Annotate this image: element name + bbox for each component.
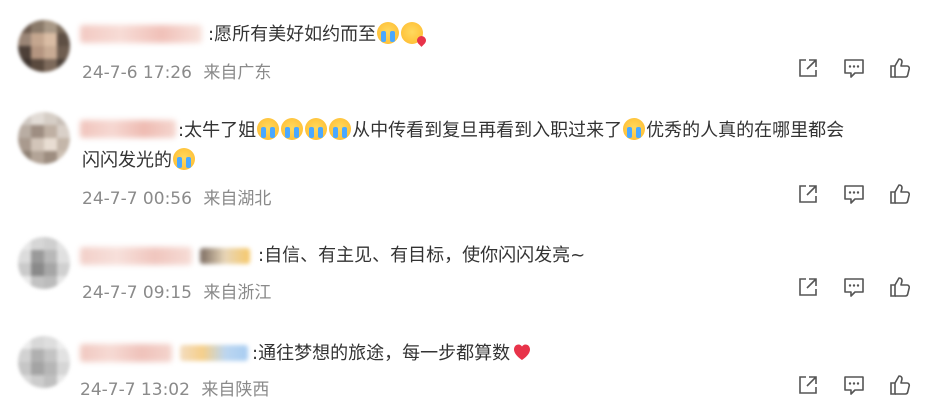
comment-time: 24-7-6 17:26 <box>82 63 192 83</box>
cry-emoji-icon <box>281 118 304 140</box>
cry-emoji-icon <box>305 118 328 140</box>
comment-time: 24-7-7 09:15 <box>82 283 192 303</box>
cry-emoji-icon <box>329 118 352 140</box>
heart-emoji-icon <box>511 341 533 363</box>
comment-actions <box>797 57 911 79</box>
cry-emoji-icon <box>377 22 400 44</box>
share-icon[interactable] <box>797 57 819 79</box>
avatar[interactable] <box>18 112 70 164</box>
comment-item: :愿所有美好如约而至 24-7-6 17:26 来自广东 <box>0 0 925 100</box>
like-icon[interactable] <box>889 374 911 396</box>
comment-text-continued: 闪闪发光的 <box>82 144 196 177</box>
comment-text: :自信、有主见、有目标，使你闪闪发亮~ <box>258 245 586 266</box>
username[interactable] <box>80 245 250 267</box>
cry-emoji-icon <box>257 118 280 140</box>
share-icon[interactable] <box>797 276 819 298</box>
comment-item: :自信、有主见、有目标，使你闪闪发亮~ 24-7-7 09:15 来自浙江 <box>0 220 925 320</box>
username[interactable] <box>80 23 202 45</box>
comment-actions <box>797 276 911 298</box>
comment-actions <box>797 183 911 205</box>
cry-emoji-icon <box>173 148 195 170</box>
username[interactable] <box>80 342 248 364</box>
avatar[interactable] <box>18 336 70 388</box>
comment-location: 来自广东 <box>203 63 272 83</box>
comment-text: :愿所有美好如约而至 <box>208 18 424 51</box>
comment-time: 24-7-7 00:56 <box>82 189 192 209</box>
comment-icon[interactable] <box>843 183 865 205</box>
like-icon[interactable] <box>889 57 911 79</box>
avatar[interactable] <box>18 20 70 72</box>
comment-item: :通往梦想的旅途，每一步都算数 24-7-7 13:02 来自陕西 <box>0 320 925 414</box>
kiss-emoji-icon <box>401 22 424 44</box>
comment-meta: 24-7-7 00:56 来自湖北 <box>82 184 271 209</box>
comment-text: :太牛了姐 从中传看到复旦再看到入职过来了 优秀的人真的在哪里都会 <box>178 118 845 141</box>
username[interactable] <box>80 118 176 140</box>
comment-item: :太牛了姐 从中传看到复旦再看到入职过来了 优秀的人真的在哪里都会 闪闪发光的 24… <box>0 100 925 220</box>
comment-text: :通往梦想的旅途，每一步都算数 <box>252 337 534 370</box>
comment-time: 24-7-7 13:02 <box>80 380 190 400</box>
comment-meta: 24-7-6 17:26 来自广东 <box>82 58 271 83</box>
comment-icon[interactable] <box>843 374 865 396</box>
share-icon[interactable] <box>797 374 819 396</box>
comment-meta: 24-7-7 09:15 来自浙江 <box>82 278 271 303</box>
cry-emoji-icon <box>623 118 646 140</box>
like-icon[interactable] <box>889 276 911 298</box>
comment-meta: 24-7-7 13:02 来自陕西 <box>80 375 269 400</box>
comment-location: 来自浙江 <box>203 283 272 303</box>
comment-location: 来自陕西 <box>201 380 270 400</box>
share-icon[interactable] <box>797 183 819 205</box>
comment-location: 来自湖北 <box>203 189 272 209</box>
comment-actions <box>797 374 911 396</box>
comment-icon[interactable] <box>843 57 865 79</box>
like-icon[interactable] <box>889 183 911 205</box>
avatar[interactable] <box>18 237 70 289</box>
comment-icon[interactable] <box>843 276 865 298</box>
